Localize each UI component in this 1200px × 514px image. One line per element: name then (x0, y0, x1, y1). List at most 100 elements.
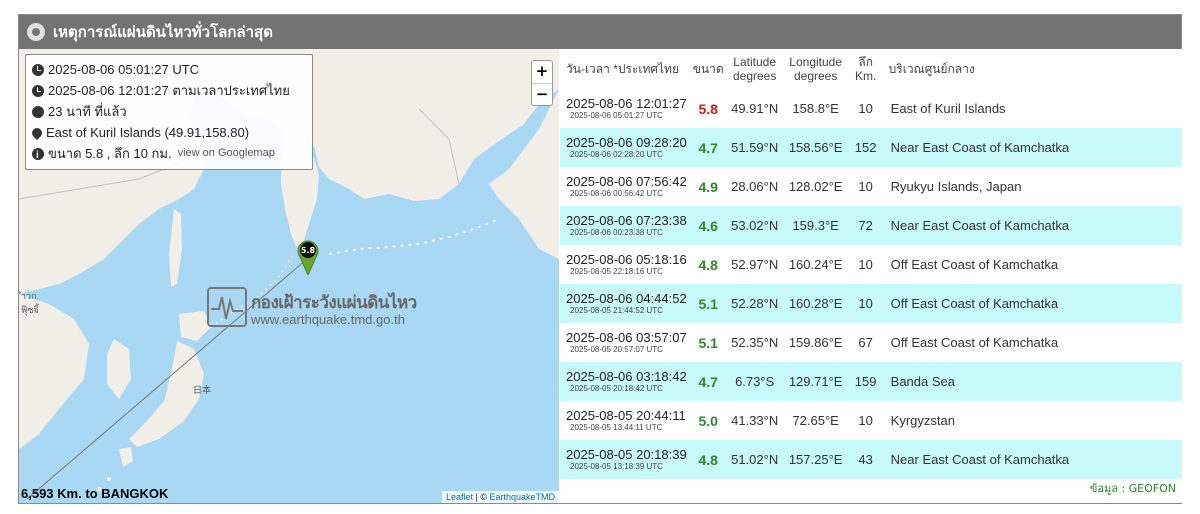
cell-region: Near East Coast of Kamchatka (890, 452, 1070, 467)
cell-region: Near East Coast of Kamchatka (890, 218, 1070, 233)
cell-datetime: 2025-08-05 20:18:39 2025-08-05 13:18:39 U… (560, 440, 690, 479)
cell-datetime: 2025-08-06 05:18:16 2025-08-05 22:18:16 U… (560, 245, 690, 284)
stopwatch-icon (32, 105, 44, 118)
cell-thai-time: 2025-08-06 03:18:42 (566, 369, 687, 384)
info-location: East of Kuril Islands (49.91,158.80) (46, 125, 250, 140)
table-row[interactable]: 2025-08-05 20:44:11 2025-08-05 13:44:11 U… (560, 401, 1182, 440)
cell-thai-time: 2025-08-05 20:18:39 (566, 447, 687, 462)
cell-latitude: 6.73°S (735, 374, 775, 389)
table-row[interactable]: 2025-08-06 07:23:38 2025-08-06 00:23:38 U… (560, 206, 1182, 245)
cell-latitude: 41.33°N (731, 413, 779, 428)
table-row[interactable]: 2025-08-06 12:01:27 2025-08-06 05:01:27 U… (560, 89, 1182, 128)
col-magnitude: ขนาด (692, 62, 724, 76)
cell-utc-time: 2025-08-05 22:18:16 UTC (570, 267, 663, 276)
cell-magnitude: 5.1 (698, 295, 718, 312)
cell-depth: 10 (858, 413, 873, 428)
earthquake-table-panel: วัน-เวลา *ประเทศไทย ขนาด Latitude degrees… (560, 49, 1182, 503)
table-row[interactable]: 2025-08-06 03:57:07 2025-08-05 20:57:07 U… (560, 323, 1182, 362)
cell-utc-time: 2025-08-05 13:44:11 UTC (570, 423, 663, 432)
cell-magnitude: 4.6 (698, 217, 718, 234)
record-icon (27, 23, 45, 41)
col-latitude: Latitude degrees (732, 55, 777, 83)
cell-region: Off East Coast of Kamchatka (890, 335, 1059, 350)
cell-thai-time: 2025-08-06 03:57:07 (566, 330, 687, 345)
cell-region: Banda Sea (890, 374, 955, 389)
cell-datetime: 2025-08-05 20:44:11 2025-08-05 13:44:11 U… (560, 401, 690, 440)
cell-depth: 43 (858, 452, 873, 467)
cell-depth: 159 (854, 374, 877, 389)
map-attribution: Leaflet | © EarthquakeTMD (441, 491, 559, 503)
data-source: ข้อมูล : GEOFON (1089, 482, 1176, 495)
cell-thai-time: 2025-08-06 04:44:52 (566, 291, 687, 306)
cell-latitude: 52.97°N (731, 257, 779, 272)
earthquake-table: วัน-เวลา *ประเทศไทย ขนาด Latitude degrees… (560, 49, 1182, 479)
cell-depth: 10 (858, 296, 873, 311)
cell-longitude: 158.56°E (788, 140, 843, 155)
cell-utc-time: 2025-08-05 13:18:39 UTC (570, 462, 663, 471)
map-pin-icon (29, 125, 45, 140)
table-body: 2025-08-06 12:01:27 2025-08-06 05:01:27 U… (560, 89, 1182, 479)
cell-thai-time: 2025-08-06 05:18:16 (566, 252, 687, 267)
table-header-row: วัน-เวลา *ประเทศไทย ขนาด Latitude degrees… (560, 49, 1182, 89)
cell-magnitude: 4.8 (698, 451, 718, 468)
cell-depth: 152 (854, 140, 877, 155)
cell-longitude: 129.71°E (788, 374, 843, 389)
cell-depth: 10 (858, 257, 873, 272)
info-detail-row: ขนาด 5.8 , ลึก 10 กม. view on Googlemap (32, 143, 306, 166)
quake-info-popup: 2025-08-06 05:01:27 UTC 2025-08-06 12:01… (25, 54, 313, 170)
table-row[interactable]: 2025-08-06 03:18:42 2025-08-05 20:18:42 U… (560, 362, 1182, 401)
cell-utc-time: 2025-08-06 00:56:42 UTC (570, 189, 663, 198)
japan-label: 日本 (193, 385, 212, 395)
marker-magnitude: 5.8 (301, 246, 316, 255)
earthquaketmd-link[interactable]: EarthquakeTMD (489, 492, 555, 502)
info-utc-time: 2025-08-06 05:01:27 UTC (48, 62, 200, 77)
cell-thai-time: 2025-08-06 07:23:38 (566, 213, 687, 228)
cell-longitude: 158.8°E (792, 101, 839, 116)
cell-magnitude: 4.7 (698, 373, 718, 390)
zoom-in-button[interactable]: + (532, 61, 552, 83)
leaflet-link[interactable]: Leaflet (446, 492, 473, 502)
col-datetime: วัน-เวลา *ประเทศไทย (566, 62, 679, 76)
table-row[interactable]: 2025-08-05 20:18:39 2025-08-05 13:18:39 U… (560, 440, 1182, 479)
info-ago: 23 นาที ที่แล้ว (48, 104, 127, 119)
table-row[interactable]: 2025-08-06 05:18:16 2025-08-05 22:18:16 U… (560, 245, 1182, 284)
zoom-out-button[interactable]: − (532, 83, 552, 105)
col-longitude: Longitude degrees (789, 55, 843, 83)
info-thai-row: 2025-08-06 12:01:27 ตามเวลาประเทศไทย (32, 80, 306, 101)
tmd-logo-icon (207, 287, 247, 327)
cell-latitude: 52.28°N (731, 296, 779, 311)
earthquake-map[interactable]: + − 2025-08-06 05:01:27 UTC 2025-08-06 1… (19, 49, 559, 503)
cell-thai-time: 2025-08-06 12:01:27 (566, 96, 687, 111)
cell-depth: 72 (858, 218, 873, 233)
cell-longitude: 160.24°E (788, 257, 843, 272)
cell-latitude: 51.59°N (731, 140, 779, 155)
cell-longitude: 160.28°E (788, 296, 843, 311)
cell-region: Ryukyu Islands, Japan (890, 179, 1022, 194)
info-location-row: East of Kuril Islands (49.91,158.80) (29, 122, 306, 143)
table-row[interactable]: 2025-08-06 07:56:42 2025-08-06 00:56:42 U… (560, 167, 1182, 206)
cell-latitude: 49.91°N (731, 101, 779, 116)
cell-datetime: 2025-08-06 12:01:27 2025-08-06 05:01:27 U… (560, 89, 690, 128)
cell-region: Kyrgyzstan (890, 413, 955, 428)
epicenter-marker[interactable]: 5.8 (297, 239, 319, 275)
cell-longitude: 72.65°E (792, 413, 839, 428)
col-region: บริเวณศูนย์กลาง (888, 62, 975, 76)
cell-utc-time: 2025-08-06 05:01:27 UTC (570, 111, 663, 120)
cell-utc-time: 2025-08-06 02:28:20 UTC (570, 150, 663, 159)
cell-longitude: 157.25°E (788, 452, 843, 467)
cell-region: Near East Coast of Kamchatka (890, 140, 1070, 155)
cell-magnitude: 4.8 (698, 256, 718, 273)
cell-magnitude: 5.0 (698, 412, 718, 429)
zoom-control: + − (531, 60, 553, 106)
googlemap-link[interactable]: view on Googlemap (178, 143, 275, 164)
cell-depth: 10 (858, 179, 873, 194)
cell-latitude: 28.06°N (731, 179, 779, 194)
info-detail: ขนาด 5.8 , ลึก 10 กม. (48, 146, 172, 161)
cell-thai-time: 2025-08-06 07:56:42 (566, 174, 687, 189)
table-row[interactable]: 2025-08-06 04:44:52 2025-08-05 21:44:52 U… (560, 284, 1182, 323)
table-row[interactable]: 2025-08-06 09:28:20 2025-08-06 02:28:20 U… (560, 128, 1182, 167)
cell-longitude: 159.3°E (792, 218, 839, 233)
cell-datetime: 2025-08-06 04:44:52 2025-08-05 21:44:52 U… (560, 284, 690, 323)
earthquake-panel: เหตุการณ์แผ่นดินไหวทั่วโลกล่าสุด + − 202… (18, 14, 1182, 504)
clock-icon (32, 63, 44, 76)
